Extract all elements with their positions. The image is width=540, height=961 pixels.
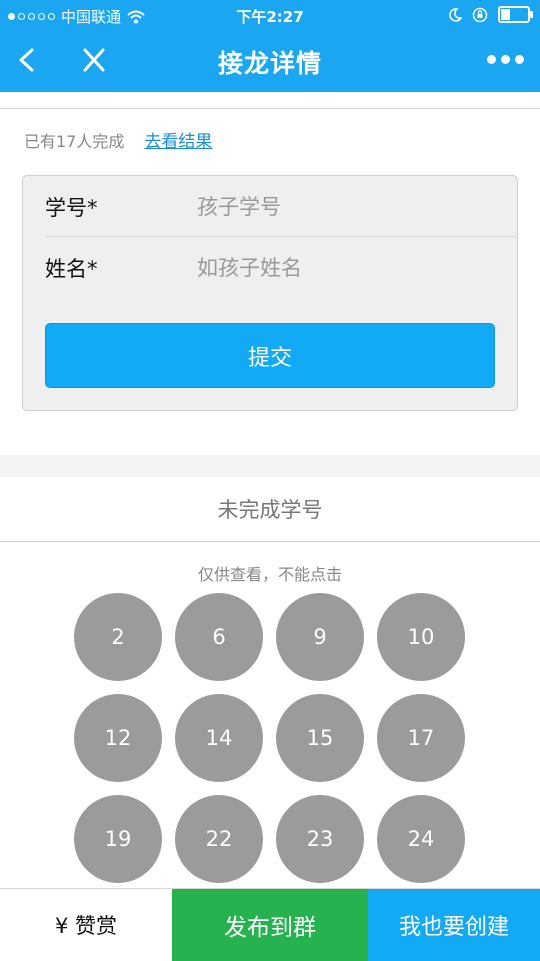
signup-form: 学号* 姓名* 提交: [22, 175, 518, 411]
unfinished-title: 未完成学号: [217, 498, 323, 522]
student-number-badge: 22: [175, 795, 263, 883]
student-number-badge: 2: [74, 593, 162, 681]
battery-icon: [498, 6, 533, 23]
status-right: [448, 6, 533, 23]
student-number-badge: 19: [74, 795, 162, 883]
student-number-badge: 10: [377, 593, 465, 681]
student-id-input[interactable]: [195, 186, 499, 228]
student-id-label: 学号*: [45, 196, 98, 220]
create-own-button[interactable]: 我也要创建: [368, 889, 540, 961]
student-number-badge: 9: [276, 593, 364, 681]
section-separator: [0, 455, 540, 477]
page-title: 接龙详情: [217, 49, 322, 78]
student-number-badge: 6: [175, 593, 263, 681]
name-label: 姓名*: [45, 257, 98, 281]
student-number-badge: 23: [276, 795, 364, 883]
student-number-badge: 17: [377, 694, 465, 782]
completed-count-text: 已有17人完成: [24, 132, 125, 151]
status-bar: 中国联通 下午2:27: [0, 0, 540, 30]
name-row: 姓名*: [23, 237, 517, 297]
submit-button[interactable]: 提交: [45, 323, 495, 388]
rotation-lock-icon: [472, 7, 488, 22]
unfinished-number-grid: 2 6 9 10 12 14 15 17 19 22 23 24: [74, 593, 466, 883]
moon-icon: [449, 7, 462, 22]
reward-button[interactable]: ¥ 赞赏: [0, 889, 172, 961]
completion-info: 已有17人完成 去看结果: [24, 127, 212, 152]
student-id-row: 学号*: [23, 176, 517, 236]
publish-to-group-button[interactable]: 发布到群: [172, 889, 368, 961]
more-options-icon[interactable]: [487, 55, 524, 64]
student-number-badge: 15: [276, 694, 364, 782]
bottom-action-bar: ¥ 赞赏 发布到群 我也要创建: [0, 888, 540, 961]
view-results-link[interactable]: 去看结果: [144, 127, 212, 152]
nav-bar: 接龙详情: [0, 30, 540, 92]
divider: [0, 108, 540, 109]
name-input[interactable]: [195, 247, 499, 289]
divider: [0, 541, 540, 542]
student-number-badge: 24: [377, 795, 465, 883]
student-number-badge: 12: [74, 694, 162, 782]
view-only-hint: 仅供查看，不能点击: [197, 565, 342, 584]
student-number-badge: 14: [175, 694, 263, 782]
